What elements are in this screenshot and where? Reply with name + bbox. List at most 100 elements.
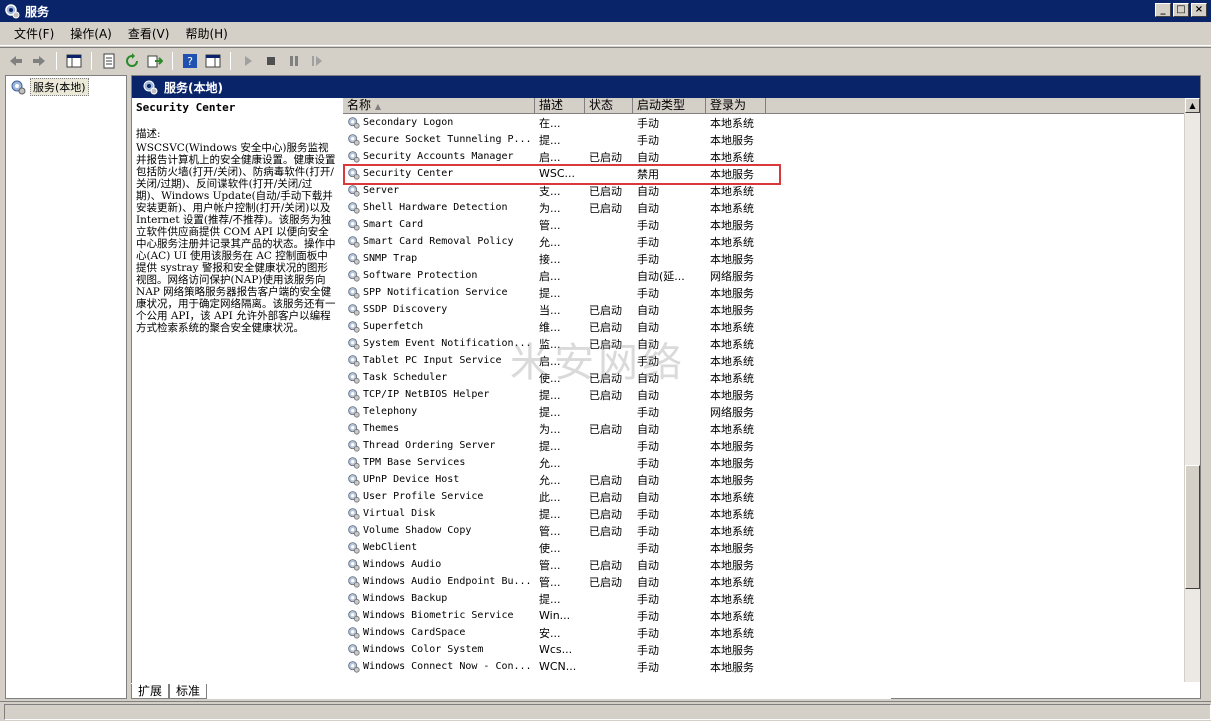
table-row[interactable]: Software Protection 启... 自动(延... 网络服务 [343,267,1200,284]
table-row[interactable]: Shell Hardware Detection 为... 已启动 自动 本地系统 [343,199,1200,216]
service-name: Shell Hardware Detection [363,202,508,213]
services-gear-icon [143,80,158,95]
column-header-startup-type[interactable]: 启动类型 [633,98,706,114]
service-logon-cell: 本地系统 [710,524,754,538]
service-name-cell: Secure Socket Tunneling P... [343,133,535,146]
forward-button[interactable] [29,51,49,71]
table-row[interactable]: Themes 为... 已启动 自动 本地系统 [343,420,1200,437]
menu-help[interactable]: 帮助(H) [177,23,235,44]
vertical-scrollbar[interactable]: ▲ [1184,98,1200,682]
table-row[interactable]: SSDP Discovery 当... 已启动 自动 本地服务 [343,301,1200,318]
service-start-cell: 自动 [637,150,659,164]
table-row[interactable]: User Profile Service 此... 已启动 自动 本地系统 [343,488,1200,505]
service-desc-cell: 提... [539,439,561,453]
table-row[interactable]: Secondary Logon 在... 手动 本地系统 [343,114,1200,131]
column-header-name[interactable]: 名称 ▲ [343,98,535,114]
show-action-pane-button[interactable] [203,51,223,71]
service-start-cell: 自动 [637,473,659,487]
view-tabs: 扩展 标准 [131,683,891,699]
table-row[interactable]: Secure Socket Tunneling P... 提... 手动 本地服务 [343,131,1200,148]
maximize-button[interactable]: □ [1173,3,1189,17]
minimize-button[interactable]: _ [1155,3,1171,17]
table-row[interactable]: Smart Card 管... 手动 本地服务 [343,216,1200,233]
table-row[interactable]: Security Accounts Manager 启... 已启动 自动 本地系统 [343,148,1200,165]
service-start-cell: 自动 [637,575,659,589]
table-row[interactable]: Thread Ordering Server 提... 手动 本地服务 [343,437,1200,454]
table-row[interactable]: UPnP Device Host 允... 已启动 自动 本地服务 [343,471,1200,488]
service-desc-cell: 监... [539,337,561,351]
close-button[interactable]: × [1191,3,1207,17]
service-gear-icon [347,524,360,537]
table-row[interactable]: Smart Card Removal Policy 允... 手动 本地系统 [343,233,1200,250]
table-row[interactable]: Tablet PC Input Service 启... 手动 本地系统 [343,352,1200,369]
service-start-cell: 手动 [637,507,659,521]
scroll-up-arrow-icon[interactable]: ▲ [1185,98,1200,113]
service-name: Telephony [363,406,418,417]
table-row[interactable]: Task Scheduler 使... 已启动 自动 本地系统 [343,369,1200,386]
table-row[interactable]: Windows CardSpace 安... 手动 本地系统 [343,624,1200,641]
tree-node-services-local[interactable]: 服务(本地) [6,76,126,98]
service-logon-cell: 本地系统 [710,626,754,640]
status-pane [4,703,1211,720]
service-name-cell: Smart Card Removal Policy [343,235,535,248]
table-row[interactable]: Windows Audio 管... 已启动 自动 本地服务 [343,556,1200,573]
pause-service-button[interactable] [284,51,304,71]
show-hide-tree-button[interactable] [64,51,84,71]
export-list-button[interactable] [145,51,165,71]
table-row[interactable]: SNMP Trap 接... 手动 本地服务 [343,250,1200,267]
table-row[interactable]: WebClient 使... 手动 本地服务 [343,539,1200,556]
menu-view[interactable]: 查看(V) [120,23,178,44]
table-row[interactable]: Security Center WSC... 禁用 本地服务 [343,165,1200,182]
table-row[interactable]: Telephony 提... 手动 网络服务 [343,403,1200,420]
service-logon-cell: 本地服务 [710,439,754,453]
service-name: Windows Audio [363,559,442,570]
service-start-cell: 手动 [637,218,659,232]
tab-standard[interactable]: 标准 [169,684,208,699]
details-pane: 服务(本地) Security Center 描述: WSCSVC(Window… [131,75,1201,699]
column-header-log-on-as[interactable]: 登录为 [706,98,766,114]
column-header-description[interactable]: 描述 [535,98,585,114]
help-button[interactable]: ? [180,51,200,71]
menu-action[interactable]: 操作(A) [62,23,120,44]
refresh-button[interactable] [122,51,142,71]
table-row[interactable]: Server 支... 已启动 自动 本地系统 [343,182,1200,199]
service-name: Windows Audio Endpoint Bu... [363,576,532,587]
service-name: Security Center [363,168,454,179]
table-row[interactable]: Windows Biometric Service Win... 手动 本地系统 [343,607,1200,624]
table-row[interactable]: TPM Base Services 允... 手动 本地服务 [343,454,1200,471]
table-row[interactable]: Windows Backup 提... 手动 本地系统 [343,590,1200,607]
service-status-cell: 已启动 [589,303,622,317]
restart-service-button[interactable] [307,51,327,71]
service-desc-cell: 允... [539,235,561,249]
table-row[interactable]: Windows Audio Endpoint Bu... 管... 已启动 自动 本地系… [343,573,1200,590]
table-row[interactable]: Windows Connect Now - Con... WCN... 手动 本地服务 [343,658,1200,675]
service-status-cell: 已启动 [589,524,622,538]
table-row[interactable]: SPP Notification Service 提... 手动 本地服务 [343,284,1200,301]
service-start-cell: 手动 [637,626,659,640]
start-service-button[interactable] [238,51,258,71]
stop-service-button[interactable] [261,51,281,71]
list-rows: Secondary Logon 在... 手动 本地系统 Secure Socket T… [343,114,1200,675]
table-row[interactable]: Volume Shadow Copy 管... 已启动 手动 本地系统 [343,522,1200,539]
table-row[interactable]: Superfetch 维... 已启动 自动 本地系统 [343,318,1200,335]
table-row[interactable]: Windows Color System Wcs... 手动 本地服务 [343,641,1200,658]
back-button[interactable] [6,51,26,71]
scroll-thumb[interactable] [1185,465,1200,589]
service-gear-icon [347,388,360,401]
service-name-cell: Virtual Disk [343,507,535,520]
tab-extended[interactable]: 扩展 [131,684,170,699]
table-row[interactable]: Virtual Disk 提... 已启动 手动 本地系统 [343,505,1200,522]
properties-button[interactable] [99,51,119,71]
menu-file[interactable]: 文件(F) [6,23,62,44]
details-header: 服务(本地) [132,76,1200,98]
service-name-cell: System Event Notification... [343,337,535,350]
service-desc-cell: 使... [539,541,561,555]
column-header-status[interactable]: 状态 [585,98,633,114]
service-name: Windows Biometric Service [363,610,514,621]
service-name: TCP/IP NetBIOS Helper [363,389,490,400]
service-start-cell: 手动 [637,609,659,623]
console-tree: 服务(本地) [5,75,127,699]
service-start-cell: 手动 [637,133,659,147]
table-row[interactable]: System Event Notification... 监... 已启动 自动 本地系… [343,335,1200,352]
table-row[interactable]: TCP/IP NetBIOS Helper 提... 已启动 自动 本地服务 [343,386,1200,403]
